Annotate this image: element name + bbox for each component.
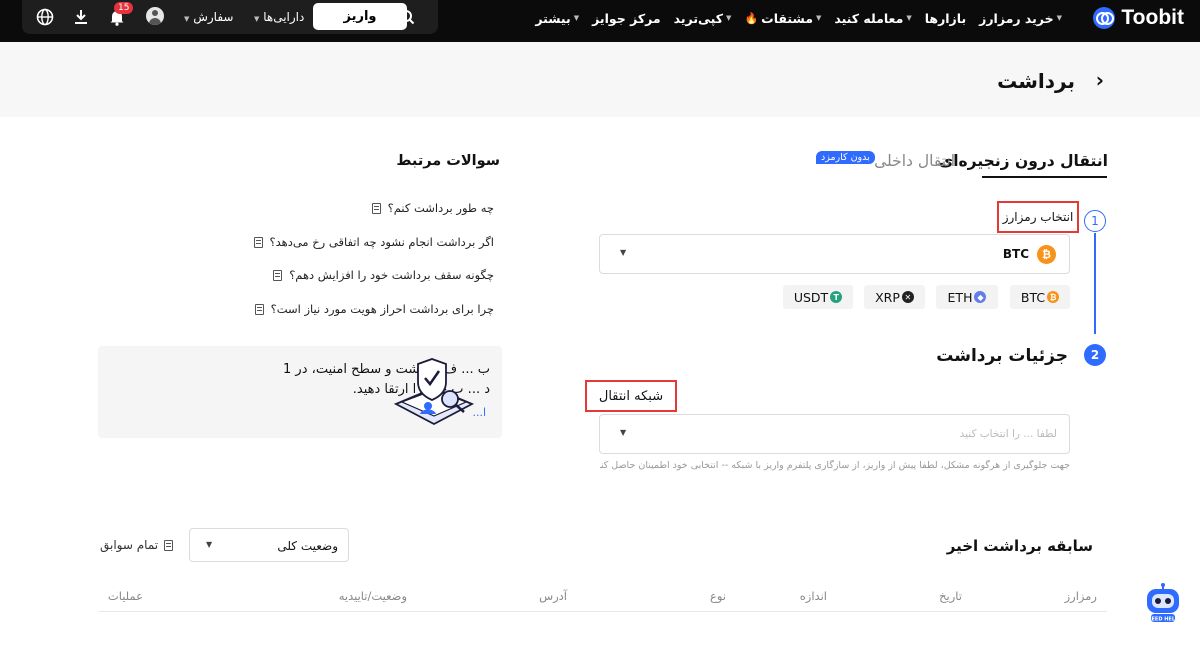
document-icon [273, 269, 283, 281]
step-two-indicator: 2 [1084, 344, 1106, 366]
user-toolbar: 15 ▼ سفارش ▼ دارایی‌ها واریز [22, 0, 438, 34]
nav-derivatives[interactable]: 🔥 مشتقات ▼ [744, 11, 821, 26]
chip-usdt[interactable]: USDT T [783, 285, 853, 309]
recent-withdrawals-title: سابقه برداشت اخیر [946, 537, 1093, 555]
document-icon [253, 236, 263, 248]
nav-more[interactable]: بیشتر ▼ [535, 11, 579, 26]
network-placeholder: لطفا ... را انتخاب کنید [959, 428, 1057, 440]
fire-icon: 🔥 [744, 11, 759, 25]
nav-markets[interactable]: بازارها [925, 11, 966, 26]
select-coin-label: انتخاب رمزارز [997, 201, 1079, 233]
chevron-down-icon: ▼ [906, 14, 912, 22]
table-divider [98, 611, 1107, 612]
faq-item[interactable]: اگر برداشت انجام نشود چه اتفاقی رخ می‌ده… [253, 235, 494, 249]
search-icon[interactable] [396, 6, 418, 28]
ethereum-icon: ◆ [974, 291, 987, 303]
help-bot-label: NEED HELP [1147, 617, 1179, 623]
withdraw-details-title: جزئیات برداشت [936, 346, 1068, 366]
chevron-down-icon: ▼ [815, 14, 822, 22]
step-connector [1094, 233, 1096, 334]
tether-icon: T [830, 291, 843, 303]
status-filter-dropdown[interactable]: ▼ وضعیت کلی [189, 528, 349, 562]
chevron-down-icon: ▼ [573, 14, 580, 22]
chevron-down-icon: ▼ [726, 14, 732, 22]
bitcoin-icon: ₿ [1047, 291, 1060, 303]
orders-menu[interactable]: ▼ سفارش [184, 10, 233, 24]
all-records-link[interactable]: تمام سوابق [100, 538, 174, 552]
network-select-dropdown[interactable]: ▼ لطفا ... را انتخاب کنید [599, 414, 1070, 454]
globe-icon[interactable] [34, 6, 56, 28]
faq-item[interactable]: چه طور برداشت کنم؟ [371, 201, 494, 215]
toobit-logo-icon [1093, 7, 1116, 29]
coin-select-dropdown[interactable]: ▼ BTC ₿ [599, 234, 1070, 274]
column-header-address: آدرس [539, 589, 567, 603]
column-header-amount: اندازه [799, 589, 827, 603]
security-shield-illustration [393, 358, 475, 426]
tab-onchain-transfer[interactable]: انتقال درون زنجیره‌ای [939, 152, 1108, 170]
chevron-down-icon: ▼ [184, 15, 190, 23]
document-icon [164, 539, 174, 551]
xrp-icon: ✕ [901, 291, 914, 303]
active-tab-indicator [982, 176, 1107, 178]
selected-coin: BTC [1002, 247, 1029, 261]
assets-menu[interactable]: ▼ دارایی‌ها [254, 10, 304, 24]
chevron-right-icon[interactable]: › [1096, 68, 1104, 92]
nav-buy-crypto[interactable]: خرید رمزارز ▼ [979, 11, 1062, 26]
nav-rewards-center[interactable]: مرکز جوایز [592, 11, 661, 26]
column-header-date: تاریخ [939, 589, 962, 603]
network-label: شبکه انتقال [585, 380, 677, 412]
nav-copy-trade[interactable]: کپی‌ترید ▼ [674, 11, 732, 26]
chip-btc[interactable]: BTC ₿ [1010, 285, 1070, 309]
network-hint-text: جهت جلوگیری از هرگونه مشکل، لطفا پیش از … [600, 460, 1070, 471]
main-nav: خرید رمزارز ▼ بازارها معامله کنید ▼ 🔥 مشتقا… [535, 0, 1062, 36]
bitcoin-icon: ₿ [1037, 245, 1056, 264]
document-icon [371, 202, 381, 214]
nav-trade[interactable]: معامله کنید ▼ [834, 11, 911, 26]
deposit-button[interactable]: واریز [313, 3, 407, 30]
chevron-down-icon: ▼ [254, 15, 260, 23]
column-header-status: وضعیت/تاییدیه [338, 589, 407, 603]
security-upgrade-card: ب ... ف برداشت و سطح امنیت، در 1 د ... ب… [98, 346, 502, 438]
page-header: برداشت › [0, 42, 1200, 117]
avatar[interactable] [146, 7, 164, 25]
column-header-coin: رمزارز [1064, 589, 1097, 603]
download-icon[interactable] [70, 6, 92, 28]
step-one-indicator: 1 [1084, 210, 1106, 232]
chevron-down-icon: ▼ [1056, 14, 1062, 22]
column-header-type: نوع [709, 589, 726, 603]
chevron-down-icon: ▼ [620, 428, 627, 437]
top-navigation-bar: Toobit خرید رمزارز ▼ بازارها معامله کنید ▼… [0, 0, 1200, 42]
page-title: برداشت [997, 69, 1075, 93]
faq-title: سوالات مرتبط [396, 153, 500, 169]
help-robot-icon[interactable]: NEED HELP [1141, 583, 1185, 627]
chip-xrp[interactable]: XRP ✕ [864, 285, 925, 309]
faq-item[interactable]: چگونه سقف برداشت خود را افزایش دهم؟ [273, 268, 494, 282]
chip-eth[interactable]: ETH ◆ [936, 285, 998, 309]
chevron-down-icon: ▼ [206, 540, 213, 549]
brand-name: Toobit [1121, 6, 1184, 29]
quick-coin-chips: BTC ₿ ETH ◆ XRP ✕ USDT T [783, 285, 1071, 309]
tab-internal-transfer[interactable]: انتقال داخلی [874, 152, 955, 170]
status-filter-value: وضعیت کلی [277, 539, 338, 553]
notification-count-badge: 15 [114, 2, 134, 14]
column-header-actions: عملیات [107, 589, 143, 603]
no-fee-badge: بدون کارمزد [816, 151, 875, 164]
faq-item[interactable]: چرا برای برداشت احراز هویت مورد نیاز است… [254, 302, 494, 316]
chevron-down-icon: ▼ [620, 248, 627, 257]
brand-logo[interactable]: Toobit [1093, 6, 1184, 30]
document-icon [254, 303, 264, 315]
